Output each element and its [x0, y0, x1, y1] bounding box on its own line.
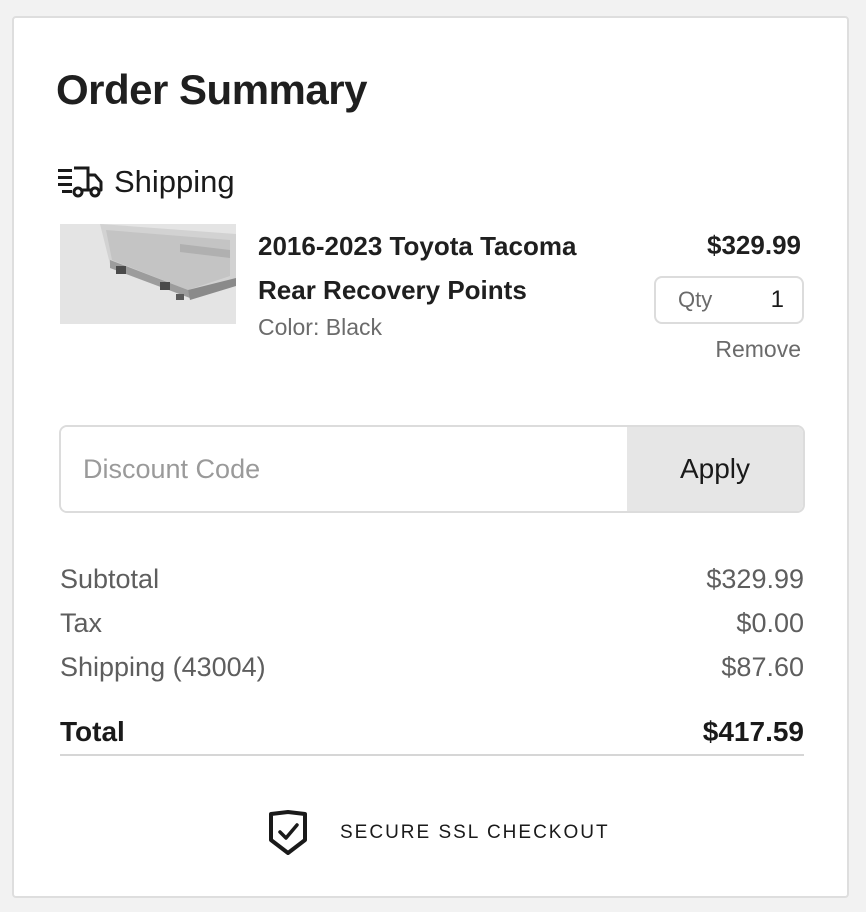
order-summary-card: Order Summary Shipping 2016-2023 Toyota …: [12, 16, 849, 898]
shipping-cost-label: Shipping (43004): [60, 652, 266, 682]
product-photo: [60, 224, 236, 324]
subtotal-label: Subtotal: [60, 564, 160, 594]
total-label: Total: [60, 716, 125, 747]
product-color: Color: Black: [258, 314, 382, 340]
quantity-label: Qty: [678, 287, 713, 312]
quantity-value[interactable]: 1: [771, 286, 784, 314]
shipping-cost-row: Shipping (43004) $87.60: [60, 652, 804, 683]
total-value: $417.59: [702, 716, 804, 747]
product-name-line1: 2016-2023 Toyota Tacoma: [258, 231, 577, 261]
apply-button[interactable]: Apply: [627, 427, 803, 511]
divider: [60, 754, 804, 756]
secure-checkout-label: SECURE SSL CHECKOUT: [340, 822, 610, 843]
subtotal-value: $329.99: [706, 564, 804, 594]
remove-link[interactable]: Remove: [715, 336, 801, 363]
quantity-field[interactable]: Qty 1: [654, 276, 804, 324]
product-image[interactable]: [60, 224, 236, 324]
truck-icon: [58, 166, 103, 198]
product-price: $329.99: [707, 230, 801, 260]
shipping-cost-value: $87.60: [721, 652, 804, 682]
secure-checkout-badge: SECURE SSL CHECKOUT: [268, 810, 610, 856]
product-name-line2: Rear Recovery Points: [258, 275, 527, 305]
shipping-header: Shipping: [58, 164, 235, 200]
total-row: Total $417.59: [60, 716, 804, 748]
shield-check-icon: [269, 810, 307, 855]
tax-row: Tax $0.00: [60, 608, 804, 639]
discount-form: Apply: [59, 425, 805, 513]
page-title: Order Summary: [56, 66, 367, 113]
discount-code-input[interactable]: [61, 427, 627, 511]
tax-value: $0.00: [736, 608, 804, 638]
product-name[interactable]: 2016-2023 Toyota Tacoma Rear Recovery Po…: [258, 224, 638, 312]
shipping-label: Shipping: [114, 164, 235, 199]
tax-label: Tax: [60, 608, 103, 638]
subtotal-row: Subtotal $329.99: [60, 564, 804, 595]
